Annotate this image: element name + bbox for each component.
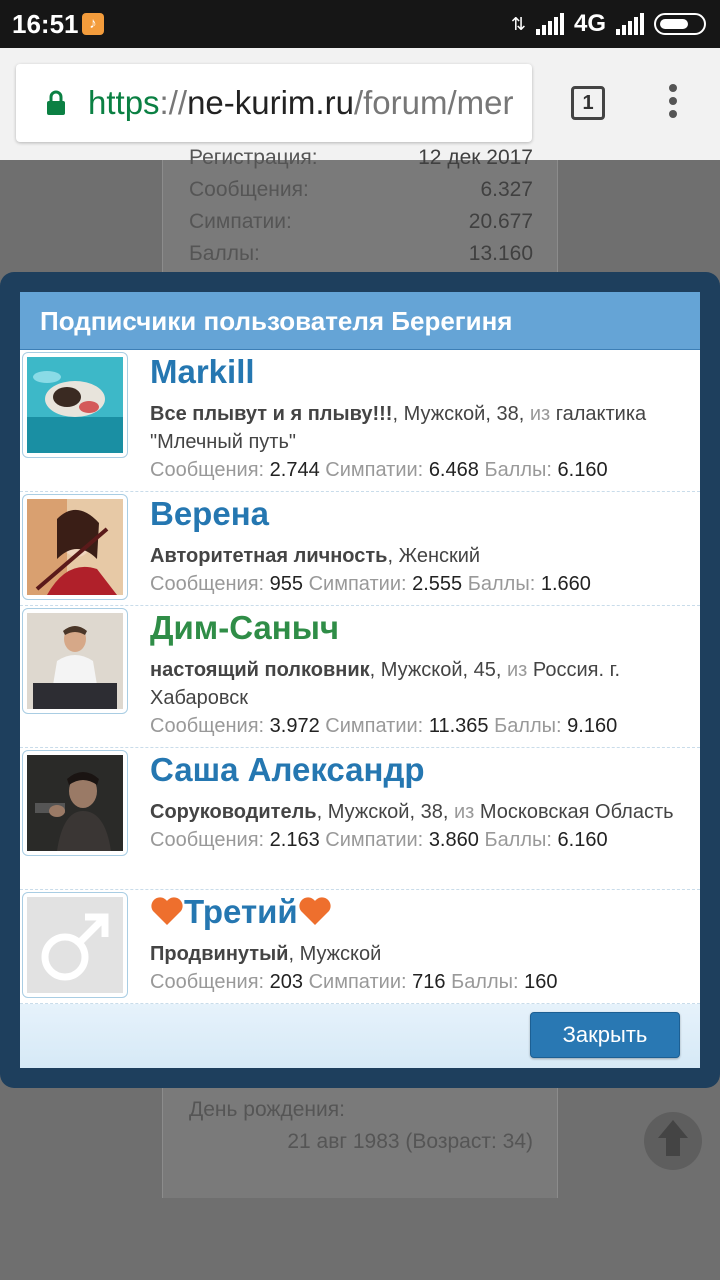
male-default-avatar-icon	[27, 897, 123, 993]
avatar-image	[27, 755, 123, 851]
address-bar[interactable]: https://ne-kurim.ru/forum/mer	[16, 64, 532, 142]
member-info: Верена Авторитетная личность, Женский Со…	[150, 494, 686, 598]
url-text: https://ne-kurim.ru/forum/mer	[88, 84, 514, 121]
member-info: Дим-Саныч настоящий полковник, Мужской, …	[150, 608, 686, 740]
member-info: Markill Все плывут и я плыву!!!, Мужской…	[150, 352, 686, 484]
member-details: Авторитетная личность, Женский	[150, 545, 481, 567]
status-bar: 16:51 ♪ ⇅ 4G	[0, 0, 720, 48]
list-item: Саша Александр Соруководитель, Мужской, …	[20, 748, 700, 890]
network-type: 4G	[573, 10, 606, 37]
browser-toolbar: https://ne-kurim.ru/forum/mer 1	[0, 48, 720, 160]
member-name[interactable]: Дим-Саныч	[150, 608, 686, 648]
background-profile-stats: Регистрация: 12 дек 2017 Сообщения: 6.327 …	[162, 146, 558, 272]
status-icons: ⇅ 4G	[511, 8, 706, 40]
avatar-image	[27, 357, 123, 453]
member-stats: Сообщения: 3.972 Симпатии: 11.365 Баллы:…	[150, 715, 618, 737]
avatar-image	[27, 499, 123, 595]
bg-birthday-value: 21 авг 1983 (Возраст: 34)	[287, 1130, 533, 1153]
background-profile-birthday: День рождения: 21 авг 1983 (Возраст: 34)	[162, 1088, 558, 1198]
member-stats: Сообщения: 2.744 Симпатии: 6.468 Баллы: …	[150, 459, 608, 481]
member-name[interactable]: Третий	[150, 892, 686, 932]
list-item: Третий Продвинутый, Мужской Сообщения: 2…	[20, 890, 700, 1004]
avatar[interactable]	[22, 750, 128, 856]
member-details: Продвинутый, Мужской	[150, 943, 382, 965]
tab-switcher-button[interactable]: 1	[571, 86, 605, 120]
close-button[interactable]: Закрыть	[530, 1012, 680, 1058]
member-info: Саша Александр Соруководитель, Мужской, …	[150, 750, 686, 854]
bg-stat-row: Сообщения: 6.327	[189, 178, 533, 201]
signal-icon-2	[616, 13, 644, 35]
scroll-to-top-icon[interactable]	[644, 1112, 702, 1170]
list-item: Верена Авторитетная личность, Женский Со…	[20, 492, 700, 606]
lock-icon	[47, 90, 65, 115]
avatar[interactable]	[22, 352, 128, 458]
member-stats: Сообщения: 2.163 Симпатии: 3.860 Баллы: …	[150, 829, 608, 851]
member-details: Все плывут и я плыву!!!, Мужской, 38, из…	[150, 403, 647, 453]
overflow-menu-icon[interactable]	[663, 84, 683, 124]
data-transfer-icon: ⇅	[510, 13, 526, 34]
avatar-image	[27, 613, 123, 709]
list-item: Дим-Саныч настоящий полковник, Мужской, …	[20, 606, 700, 748]
member-stats: Сообщения: 203 Симпатии: 716 Баллы: 160	[150, 971, 558, 993]
member-stats: Сообщения: 955 Симпатии: 2.555 Баллы: 1.…	[150, 573, 591, 595]
heart-icon	[151, 897, 183, 925]
avatar[interactable]	[22, 494, 128, 600]
bg-stat-row: Баллы: 13.160	[189, 242, 533, 265]
member-name[interactable]: Верена	[150, 494, 686, 534]
bg-stat-row: Симпатии: 20.677	[189, 210, 533, 233]
bg-stat-row: Регистрация: 12 дек 2017	[189, 146, 533, 169]
dialog-title: Подписчики пользователя Берегиня	[20, 292, 700, 350]
followers-dialog: Подписчики пользователя Берегиня Markill…	[20, 292, 700, 1068]
list-item: Markill Все плывут и я плыву!!!, Мужской…	[20, 350, 700, 492]
signal-icon	[535, 13, 564, 35]
heart-icon	[299, 897, 331, 925]
tiktok-notification-icon: ♪	[82, 13, 104, 35]
modal-overlay: Подписчики пользователя Берегиня Markill…	[0, 272, 720, 1088]
avatar[interactable]	[22, 892, 128, 998]
member-info: Третий Продвинутый, Мужской Сообщения: 2…	[150, 892, 686, 996]
status-time: 16:51	[12, 9, 79, 39]
battery-icon	[654, 13, 706, 35]
dialog-footer: Закрыть	[20, 1004, 700, 1068]
bg-birthday-label: День рождения:	[189, 1098, 345, 1121]
member-details: настоящий полковник, Мужской, 45, из Рос…	[150, 659, 621, 709]
member-name[interactable]: Саша Александр	[150, 750, 686, 790]
member-details: Соруководитель, Мужской, 38, из Московск…	[150, 801, 674, 823]
member-name[interactable]: Markill	[150, 352, 686, 392]
avatar[interactable]	[22, 608, 128, 714]
